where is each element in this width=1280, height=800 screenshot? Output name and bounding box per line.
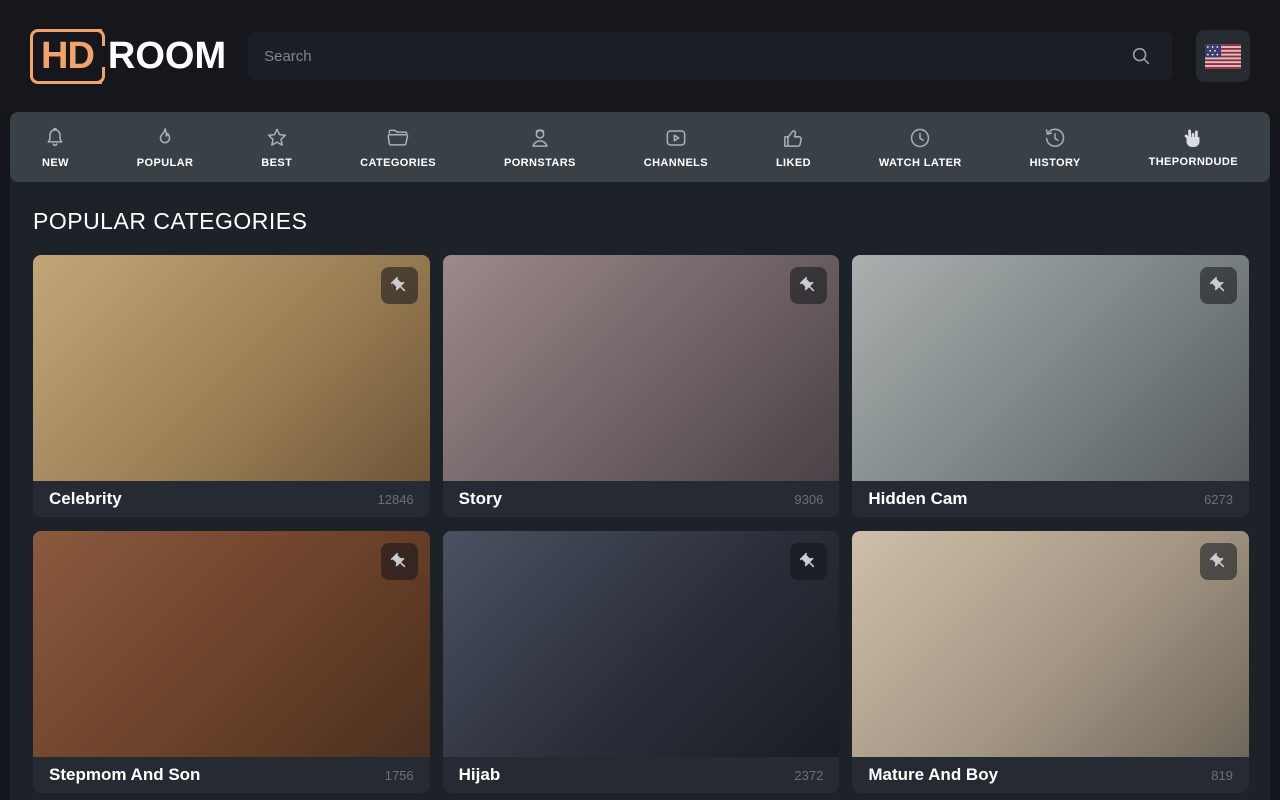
main-container: NEW POPULAR BEST CATEGORIES [10,112,1270,800]
pin-icon [1209,276,1228,295]
logo-room-text: ROOM [108,35,226,78]
nav-item-channels[interactable]: CHANNELS [642,121,710,173]
pin-icon [1209,552,1228,571]
category-thumbnail[interactable] [33,531,430,757]
nav-item-history[interactable]: HISTORY [1028,121,1083,173]
nav-item-categories[interactable]: CATEGORIES [358,121,438,173]
history-icon [1042,125,1068,151]
nav-label: THEPORNDUDE [1149,156,1238,168]
nav-label: LIKED [776,157,811,169]
category-thumbnail[interactable] [852,255,1249,481]
bell-icon [42,125,68,151]
search-icon [1130,45,1152,67]
category-grid: Celebrity 12846 Story 9306 [10,255,1270,793]
category-count: 819 [1211,768,1233,783]
logo-hd-text: HD [30,29,102,84]
category-card-celebrity[interactable]: Celebrity 12846 [33,255,430,517]
category-name: Mature And Boy [868,765,998,785]
search-input[interactable] [264,48,1126,65]
search-bar [248,32,1172,80]
thumbs-up-icon [780,125,806,151]
pin-button[interactable] [790,543,827,580]
category-name: Hidden Cam [868,489,967,509]
nav-item-theporndude[interactable]: THEPORNDUDE [1147,122,1240,172]
nav-item-watch-later[interactable]: WATCH LATER [877,121,964,173]
category-name: Stepmom And Son [49,765,200,785]
nav-label: NEW [42,157,69,169]
category-count: 1756 [385,768,414,783]
nav-label: PORNSTARS [504,157,576,169]
folder-icon [385,125,411,151]
nav-item-best[interactable]: BEST [259,121,294,173]
star-icon [264,125,290,151]
nav-label: HISTORY [1030,157,1081,169]
primary-nav: NEW POPULAR BEST CATEGORIES [10,112,1270,182]
category-footer: Story 9306 [443,481,840,517]
category-name: Hijab [459,765,501,785]
nav-label: CHANNELS [644,157,708,169]
person-icon [527,125,553,151]
pin-button[interactable] [790,267,827,304]
category-footer: Hijab 2372 [443,757,840,793]
category-card-story[interactable]: Story 9306 [443,255,840,517]
pin-icon [390,276,409,295]
play-channel-icon [663,125,689,151]
category-thumbnail[interactable] [33,255,430,481]
pin-button[interactable] [1200,543,1237,580]
category-card-hijab[interactable]: Hijab 2372 [443,531,840,793]
category-name: Story [459,489,502,509]
search-button[interactable] [1126,41,1156,71]
nav-item-new[interactable]: NEW [40,121,71,173]
site-logo[interactable]: HD ROOM [30,29,226,84]
nav-label: BEST [261,157,292,169]
category-card-mature-and-boy[interactable]: Mature And Boy 819 [852,531,1249,793]
category-footer: Celebrity 12846 [33,481,430,517]
pin-button[interactable] [381,267,418,304]
flame-icon [152,125,178,151]
language-flag-button[interactable] [1196,30,1250,82]
page-title: POPULAR CATEGORIES [33,208,1270,235]
category-footer: Hidden Cam 6273 [852,481,1249,517]
pin-button[interactable] [381,543,418,580]
pin-icon [799,552,818,571]
category-card-hidden-cam[interactable]: Hidden Cam 6273 [852,255,1249,517]
category-count: 9306 [794,492,823,507]
category-count: 6273 [1204,492,1233,507]
pin-button[interactable] [1200,267,1237,304]
hand-icon [1181,126,1205,150]
category-name: Celebrity [49,489,122,509]
category-footer: Stepmom And Son 1756 [33,757,430,793]
nav-item-liked[interactable]: LIKED [774,121,813,173]
category-thumbnail[interactable] [852,531,1249,757]
header: HD ROOM [0,0,1280,112]
category-count: 2372 [794,768,823,783]
category-count: 12846 [378,492,414,507]
pin-icon [390,552,409,571]
nav-label: WATCH LATER [879,157,962,169]
clock-icon [907,125,933,151]
nav-label: CATEGORIES [360,157,436,169]
us-flag-icon [1205,44,1241,69]
category-thumbnail[interactable] [443,255,840,481]
category-thumbnail[interactable] [443,531,840,757]
nav-label: POPULAR [137,157,194,169]
nav-item-popular[interactable]: POPULAR [135,121,196,173]
category-card-stepmom-and-son[interactable]: Stepmom And Son 1756 [33,531,430,793]
pin-icon [799,276,818,295]
nav-item-pornstars[interactable]: PORNSTARS [502,121,578,173]
category-footer: Mature And Boy 819 [852,757,1249,793]
